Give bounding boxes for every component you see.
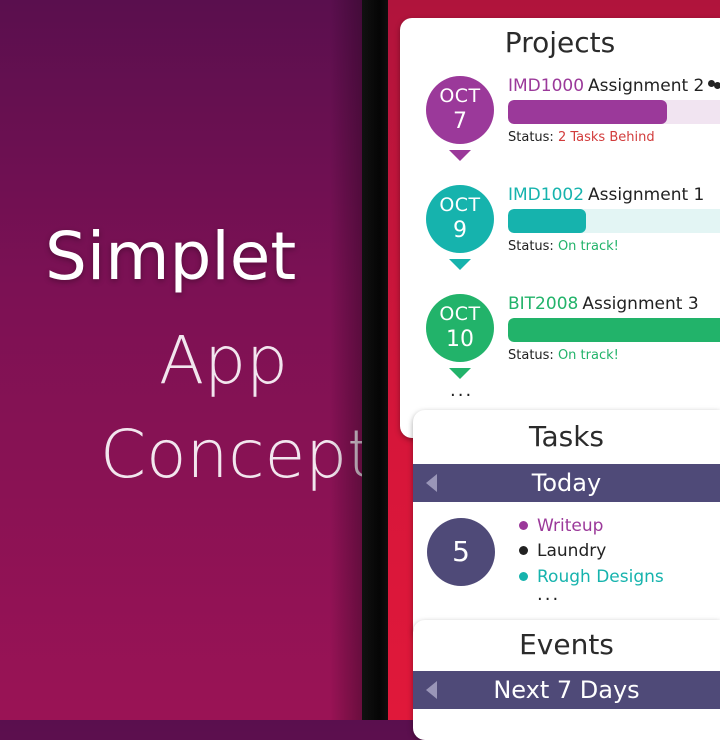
bullet-icon [519, 545, 528, 555]
hero-banner: Simplet App Concept [0, 0, 380, 720]
tasks-period-selector[interactable]: Today [413, 464, 720, 502]
status-label: Status: [508, 348, 554, 363]
project-title: IMD1002 Assignment 1 [508, 185, 704, 205]
date-day: 10 [446, 327, 474, 352]
status-label: Status: [508, 130, 554, 145]
task-item[interactable]: Writeup [519, 516, 603, 536]
tasks-period-label: Today [531, 469, 602, 497]
project-item[interactable]: OCT 10 BIT2008 Assignment 3 Status: On tr… [400, 294, 720, 394]
shared-people-icon [708, 80, 720, 92]
project-name: Assignment 3 [582, 294, 699, 314]
progress-bar [508, 209, 720, 233]
date-day: 9 [453, 218, 467, 243]
task-count-badge: 5 [427, 518, 495, 586]
projects-card: Projects OCT 7 IMD1000 Assignment 2 Statu… [400, 18, 720, 438]
events-card: Events Next 7 Days [413, 620, 720, 740]
project-item[interactable]: OCT 9 IMD1002 Assignment 1 Status: On tra… [400, 185, 720, 285]
bullet-icon [519, 571, 528, 581]
project-status: Status: On track! [508, 348, 619, 363]
project-title: BIT2008 Assignment 3 [508, 294, 699, 314]
events-period-label: Next 7 Days [493, 676, 640, 704]
project-status: Status: On track! [508, 239, 619, 254]
projects-title: Projects [504, 26, 616, 59]
task-label: Writeup [537, 516, 604, 536]
status-label: Status: [508, 239, 554, 254]
status-value: On track! [557, 348, 619, 363]
project-title: IMD1000 Assignment 2 [508, 76, 720, 96]
project-item[interactable]: OCT 7 IMD1000 Assignment 2 Status: 2 Task… [400, 76, 720, 176]
pin-pointer-icon [449, 150, 471, 161]
date-month: OCT [439, 85, 481, 107]
progress-bar [508, 318, 720, 342]
bullet-icon [519, 520, 528, 530]
project-code: IMD1000 [508, 76, 585, 96]
task-item[interactable]: Laundry [519, 541, 606, 561]
project-code: IMD1002 [508, 185, 585, 205]
project-name: Assignment 2 [588, 76, 705, 96]
date-badge: OCT 7 [426, 76, 494, 144]
events-period-selector[interactable]: Next 7 Days [413, 671, 720, 709]
date-month: OCT [439, 303, 481, 325]
progress-fill [508, 318, 720, 342]
progress-fill [508, 100, 667, 124]
date-day: 7 [453, 109, 467, 134]
project-code: BIT2008 [508, 294, 579, 314]
date-badge: OCT 9 [426, 185, 494, 253]
progress-fill [508, 209, 587, 233]
project-status: Status: 2 Tasks Behind [508, 130, 655, 145]
tasks-title: Tasks [528, 420, 605, 453]
status-value: 2 Tasks Behind [557, 130, 655, 145]
tasks-card: Tasks Today 5 Writeup Laundry Rough Desi… [413, 410, 720, 640]
pin-pointer-icon [449, 259, 471, 270]
status-value: On track! [557, 239, 619, 254]
more-projects-ellipsis[interactable]: ... [450, 380, 473, 401]
progress-bar [508, 100, 720, 124]
events-title: Events [519, 628, 614, 661]
pin-pointer-icon [449, 368, 471, 379]
date-month: OCT [439, 194, 481, 216]
project-name: Assignment 1 [588, 185, 705, 205]
task-label: Laundry [537, 541, 607, 561]
more-tasks-ellipsis[interactable]: ... [537, 584, 560, 605]
date-badge: OCT 10 [426, 294, 494, 362]
